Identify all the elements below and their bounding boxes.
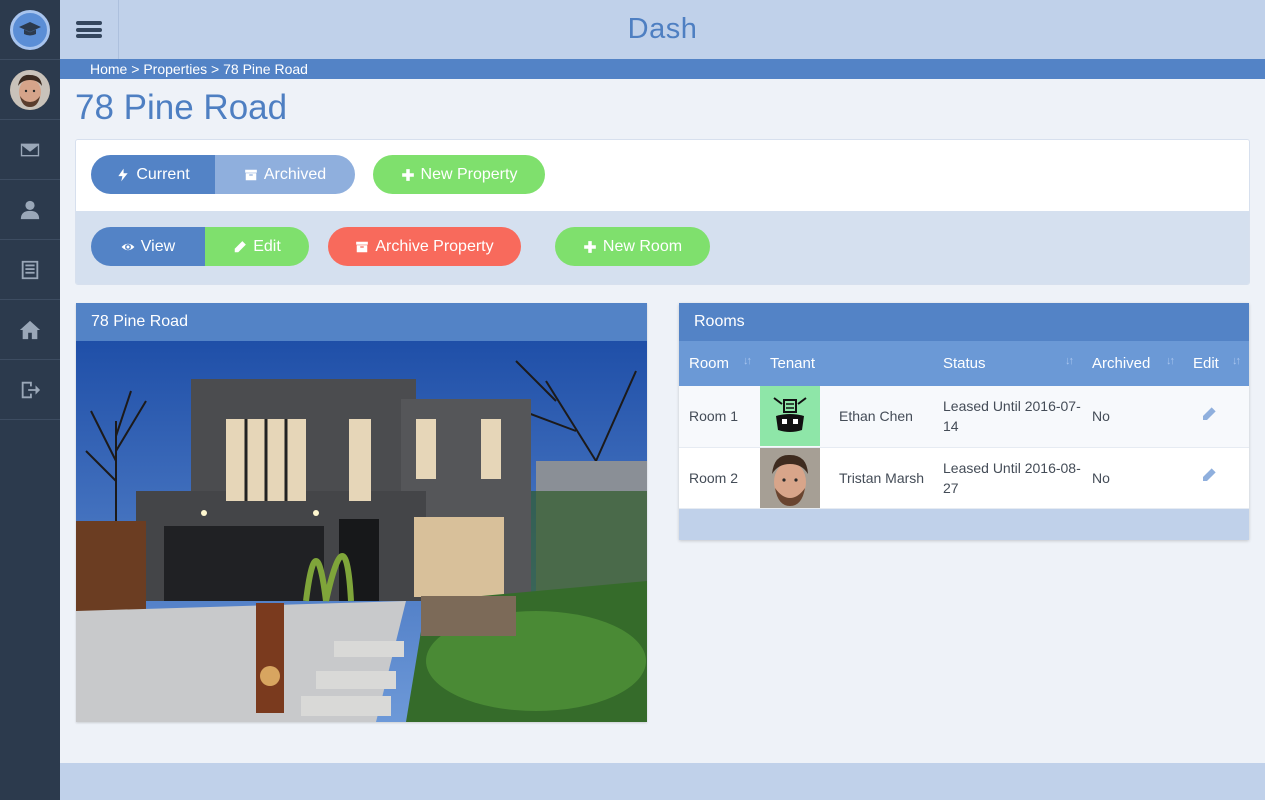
room-name: Room 1 [689,408,739,425]
sidebar-item-messages[interactable] [0,120,60,180]
room-archived: No [1092,469,1110,486]
column-label: Status [943,355,986,372]
property-filter-row: Current Archived New Property [76,140,1249,211]
view-button-label: View [140,237,176,255]
breadcrumb-home[interactable]: Home [90,61,127,77]
new-property-button-label: New Property [420,165,518,183]
property-photo [76,341,647,722]
breadcrumb-current: 78 Pine Road [223,61,308,77]
sort-icon: ↓↑ [1065,355,1074,367]
breadcrumb-separator: > [131,61,140,77]
app-title: Dash [627,13,698,45]
rooms-card-title: Rooms [679,303,1249,341]
archive-icon [245,169,257,180]
rooms-card: Rooms Room ↓↑ Tenant Status ↓↑ Archived … [679,303,1249,540]
column-label: Edit [1193,355,1219,372]
action-panel: Current Archived New Property View Edit … [75,139,1250,285]
edit-button[interactable]: Edit [205,227,309,266]
tenant-name[interactable]: Tristan Marsh [820,447,933,508]
eye-icon [121,243,135,250]
plus-icon [401,168,414,181]
plus-icon [584,240,596,253]
column-header-archived[interactable]: Archived ↓↑ [1082,341,1183,386]
edit-room-button[interactable] [1183,386,1249,447]
sidebar-item-list[interactable] [0,240,60,300]
mail-icon [20,143,40,156]
pencil-icon [234,240,247,252]
column-header-tenant: Tenant [760,341,933,386]
user-avatar[interactable] [0,60,60,120]
new-room-button-label: New Room [602,237,683,255]
column-label: Room [689,355,730,372]
robot-avatar-icon [760,386,820,447]
sort-icon: ↓↑ [743,355,752,367]
property-card: 78 Pine Road [76,303,647,722]
new-room-button[interactable]: New Room [555,227,710,266]
user-icon [20,200,40,219]
archived-button-label: Archived [263,165,327,183]
pencil-icon [1203,407,1216,420]
logout-icon [21,381,41,398]
column-header-edit[interactable]: Edit ↓↑ [1183,341,1249,386]
view-button[interactable]: View [91,227,205,266]
rooms-table-header: Room ↓↑ Tenant Status ↓↑ Archived ↓↑ Edi… [679,341,1249,386]
top-header: Dash [60,0,1265,59]
tenant-avatar [760,447,820,508]
edit-button-label: Edit [253,237,281,255]
avatar [10,69,50,110]
sidebar [0,0,60,800]
tenant-avatar [760,386,820,447]
room-status: Leased Until 2016-07-14 [943,398,1081,435]
list-icon [21,260,39,279]
archive-property-button[interactable]: Archive Property [328,227,521,266]
sort-icon: ↓↑ [1232,355,1241,367]
column-header-room[interactable]: Room ↓↑ [679,341,760,386]
property-actions-row: View Edit Archive Property New Room [76,211,1249,284]
room-name: Room 2 [689,469,739,486]
sidebar-item-logout[interactable] [0,360,60,420]
bolt-icon [118,168,128,181]
room-status: Leased Until 2016-08-27 [943,459,1081,496]
sidebar-item-properties[interactable] [0,300,60,360]
breadcrumb-separator: > [211,61,220,77]
home-icon [19,320,41,339]
current-button-label: Current [136,165,190,183]
property-card-title: 78 Pine Road [76,303,647,341]
archived-button[interactable]: Archived [215,155,355,194]
page-footer [60,763,1265,800]
pencil-icon [1203,468,1216,481]
breadcrumb-properties[interactable]: Properties [143,61,207,77]
app-logo[interactable] [0,0,60,60]
archive-property-button-label: Archive Property [375,237,494,255]
current-button[interactable]: Current [91,155,215,194]
archive-icon [356,241,369,252]
tenant-name[interactable]: Ethan Chen [820,386,933,447]
column-label: Archived [1092,355,1151,372]
column-header-status[interactable]: Status ↓↑ [933,341,1082,386]
sidebar-item-tenants[interactable] [0,180,60,240]
page-title: 78 Pine Road [75,88,288,127]
breadcrumb: Home > Properties > 78 Pine Road [60,59,1265,79]
photo-avatar-icon [760,447,820,508]
rooms-table-footer [679,508,1249,540]
rooms-table: Room ↓↑ Tenant Status ↓↑ Archived ↓↑ Edi… [679,341,1249,509]
room-archived: No [1092,408,1110,425]
graduation-cap-icon [10,9,50,50]
table-row[interactable]: Room 1 Ethan Chen Leased Until 2016-07-1… [679,386,1249,447]
table-row[interactable]: Room 2 Tristan Marsh Leased Until 2016-0… [679,447,1249,508]
column-label: Tenant [770,355,816,372]
sort-icon: ↓↑ [1166,355,1175,367]
new-property-button[interactable]: New Property [373,155,545,194]
edit-room-button[interactable] [1183,447,1249,508]
